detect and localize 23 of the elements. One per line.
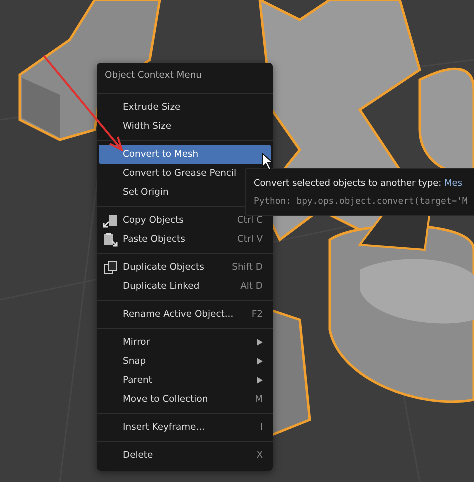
menu-item[interactable]: Duplicate Linked Alt D [99,277,271,296]
menu-item[interactable]: Copy Objects Ctrl C [99,211,271,230]
paste-icon [103,232,118,247]
submenu-arrow-icon [257,339,263,346]
menu-item[interactable]: Move to Collection M [99,390,271,409]
menu-item[interactable]: Parent [99,371,271,390]
menu-title: Object Context Menu [104,69,203,83]
menu-item[interactable]: Duplicate Objects Shift D [99,258,271,277]
menu-item[interactable]: Snap [99,352,271,371]
menu-item[interactable]: Convert to Mesh [99,145,271,164]
menu-item[interactable]: Delete X [99,446,271,465]
menu-item[interactable]: Width Size [99,117,271,136]
duplicate-icon [103,260,118,275]
menu-item[interactable]: Mirror [99,333,271,352]
submenu-arrow-icon [257,358,263,365]
menu-item[interactable]: Insert Keyframe... I [99,418,271,437]
python-command: Python: bpy.ops.object.convert(target='M [254,197,469,207]
submenu-arrow-icon [257,377,263,384]
menu-item[interactable]: Rename Active Object... F2 [99,305,271,324]
menu-item[interactable]: Paste Objects Ctrl V [99,230,271,249]
tooltip-description: Convert selected objects to another type: Mes [254,178,464,191]
menu-item[interactable]: Extrude Size [99,98,271,117]
copy-icon [103,213,118,228]
